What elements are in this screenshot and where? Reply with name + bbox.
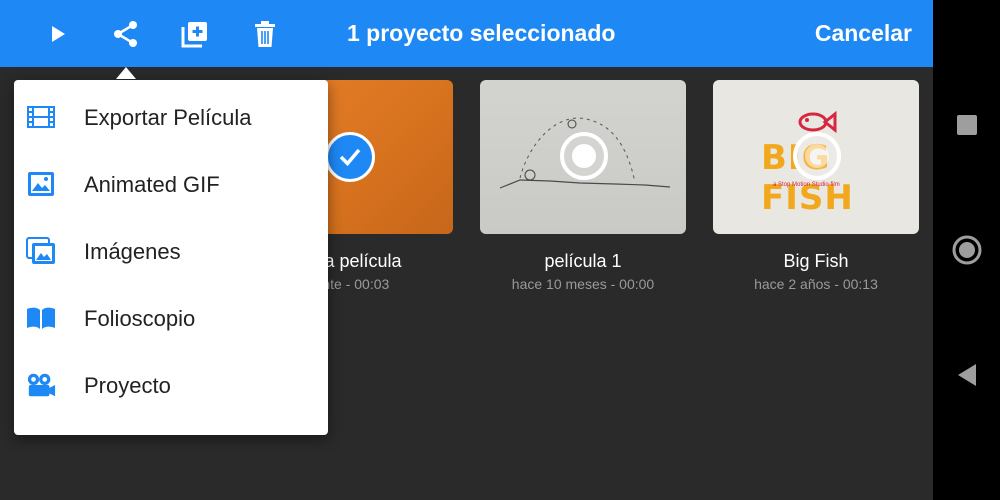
camera-icon xyxy=(26,370,56,400)
menu-item-animated-gif[interactable]: Animated GIF xyxy=(14,150,328,214)
menu-item-label: Exportar Película xyxy=(84,105,252,130)
system-nav-bar xyxy=(933,0,1000,500)
select-radio[interactable] xyxy=(560,132,608,180)
select-radio[interactable] xyxy=(793,132,841,180)
menu-item-label: Animated GIF xyxy=(84,172,220,197)
images-icon xyxy=(26,236,56,266)
project-title: película 1 xyxy=(544,251,622,271)
share-icon xyxy=(114,21,137,47)
project-title: Big Fish xyxy=(783,251,849,271)
back-icon xyxy=(958,364,976,386)
radio-dot xyxy=(572,144,596,168)
duplicate-icon xyxy=(181,22,207,48)
home-button[interactable] xyxy=(949,232,985,268)
home-icon xyxy=(952,235,982,265)
project-meta: hace 10 meses - 00:00 xyxy=(511,276,655,292)
project-card[interactable]: BIG FISH a Stop Motion Studio film Big F… xyxy=(713,80,919,292)
menu-item-export-movie[interactable]: Exportar Película xyxy=(14,83,328,147)
selection-title: 1 proyecto seleccionado xyxy=(347,20,616,46)
trash-icon xyxy=(255,21,275,47)
project-thumbnail[interactable]: BIG FISH a Stop Motion Studio film xyxy=(713,80,919,234)
recents-icon xyxy=(957,115,977,135)
menu-caret xyxy=(116,67,136,79)
film-icon xyxy=(26,102,56,132)
menu-item-project[interactable]: Proyecto xyxy=(14,351,328,415)
menu-item-label: Imágenes xyxy=(84,239,181,264)
menu-item-label: Folioscopio xyxy=(84,306,196,331)
menu-item-flipbook[interactable]: Folioscopio xyxy=(14,284,328,348)
duplicate-button[interactable] xyxy=(175,14,215,54)
thumbnail-subtitle: a Stop Motion Studio film xyxy=(773,182,840,188)
delete-button[interactable] xyxy=(245,14,285,54)
project-meta: hace 2 años - 00:13 xyxy=(754,276,878,292)
fish-logo-icon xyxy=(798,110,837,134)
checkmark-icon xyxy=(339,148,361,167)
share-menu: Exportar Película Animated GIF Imágenes xyxy=(14,80,328,435)
play-button[interactable] xyxy=(38,14,78,54)
top-app-bar: 1 proyecto seleccionado Cancelar xyxy=(0,0,933,67)
project-thumbnail[interactable] xyxy=(480,80,686,234)
recents-button[interactable] xyxy=(949,107,985,143)
radio-dot xyxy=(805,144,829,168)
menu-item-images[interactable]: Imágenes xyxy=(14,217,328,281)
book-icon xyxy=(26,303,56,333)
cancel-button[interactable]: Cancelar xyxy=(815,20,912,47)
menu-item-label: Proyecto xyxy=(84,373,171,398)
back-button[interactable] xyxy=(949,357,985,393)
share-button[interactable] xyxy=(106,14,146,54)
play-icon xyxy=(52,26,65,42)
gif-image-icon xyxy=(26,169,56,199)
app-window: 1 proyecto seleccionado Cancelar hera pe… xyxy=(0,0,933,500)
selected-check[interactable] xyxy=(325,132,375,182)
project-card[interactable]: película 1 hace 10 meses - 00:00 xyxy=(480,80,686,292)
